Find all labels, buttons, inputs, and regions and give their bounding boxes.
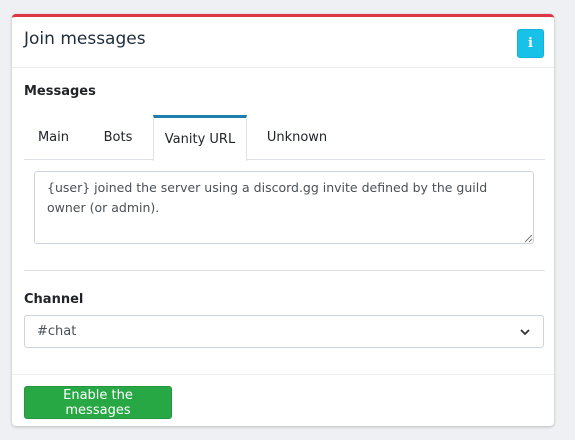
messages-tabs: Main Bots Vanity URL Unknown: [24, 115, 545, 161]
info-button[interactable]: i: [517, 29, 544, 58]
tab-unknown[interactable]: Unknown: [247, 115, 347, 160]
join-messages-card: Join messages i Messages Main Bots Vanit…: [12, 14, 554, 426]
card-footer: Enable the messages: [12, 374, 554, 429]
enable-messages-button[interactable]: Enable the messages: [24, 386, 172, 419]
card-header: Join messages i: [12, 17, 554, 68]
info-icon: i: [528, 36, 533, 51]
chevron-down-icon: [520, 328, 530, 335]
vanity-url-message-textarea[interactable]: {user} joined the server using a discord…: [34, 171, 534, 244]
channel-selected-value: #chat: [37, 324, 77, 339]
messages-label: Messages: [24, 84, 96, 99]
card-title: Join messages: [24, 29, 146, 49]
messages-tab-panel: Main Bots Vanity URL Unknown {user} join…: [24, 115, 545, 271]
tab-bots[interactable]: Bots: [83, 115, 153, 160]
channel-label: Channel: [24, 292, 84, 307]
tab-main[interactable]: Main: [24, 115, 83, 160]
channel-select[interactable]: #chat: [24, 315, 544, 348]
tab-vanity-url[interactable]: Vanity URL: [153, 115, 247, 161]
